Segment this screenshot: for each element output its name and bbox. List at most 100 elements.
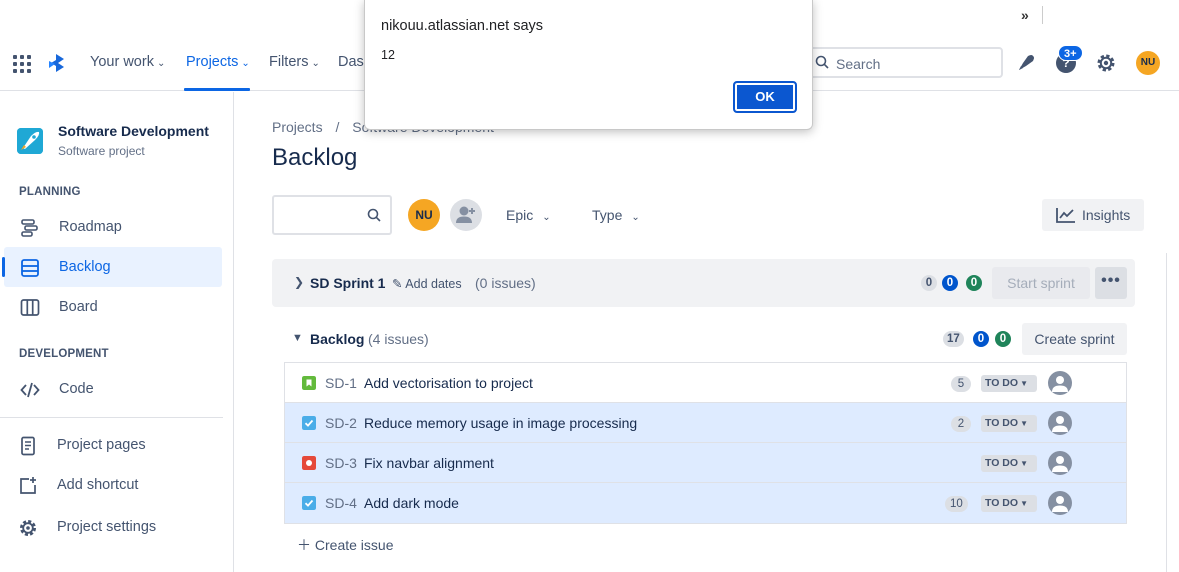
- unassigned-avatar[interactable]: [1048, 451, 1072, 475]
- breadcrumb-separator: /: [335, 119, 340, 135]
- insights-chart-icon: [1056, 208, 1075, 223]
- section-heading-development: DEVELOPMENT: [19, 348, 109, 360]
- sprint-container: ❯ SD Sprint 1 ✎ Add dates (0 issues) 0 0…: [272, 259, 1135, 307]
- search-icon: [367, 208, 381, 222]
- dialog-title: nikouu.atlassian.net says: [381, 18, 544, 34]
- unassigned-avatar[interactable]: [1048, 371, 1072, 395]
- issue-summary[interactable]: Reduce memory usage in image processing: [364, 415, 637, 431]
- assignee-filter-avatar[interactable]: NU: [408, 199, 440, 231]
- notifications-rocket-icon[interactable]: [1016, 53, 1036, 73]
- backlog-issue-list: SD-1 Add vectorisation to project 5 TO D…: [284, 362, 1127, 524]
- unassigned-avatar[interactable]: [1048, 411, 1072, 435]
- nav-active-indicator: [184, 88, 250, 91]
- add-user-icon: [456, 206, 475, 223]
- sidebar-item-board[interactable]: Board: [4, 287, 222, 327]
- chevron-down-icon[interactable]: ▼: [292, 332, 303, 344]
- nav-your-work[interactable]: Your work ⌄: [90, 54, 165, 70]
- alert-dialog: nikouu.atlassian.net says 12 OK: [364, 0, 813, 130]
- board-icon: [20, 299, 40, 316]
- project-name[interactable]: Software Development: [58, 123, 209, 139]
- nav-projects[interactable]: Projects ⌄: [186, 54, 250, 70]
- status-dropdown[interactable]: TO DO ▼: [981, 415, 1037, 432]
- sidebar-item-roadmap[interactable]: Roadmap: [4, 207, 222, 247]
- user-avatar[interactable]: NU: [1136, 51, 1160, 75]
- in-progress-count-badge: 0: [973, 331, 989, 347]
- task-icon: [302, 496, 316, 510]
- search-icon: [815, 55, 829, 69]
- story-points-badge[interactable]: 10: [945, 496, 968, 512]
- todo-count-badge: 17: [943, 331, 964, 347]
- issue-summary[interactable]: Add vectorisation to project: [364, 375, 533, 391]
- chevron-down-icon: ▼: [1020, 419, 1028, 428]
- issue-key[interactable]: SD-1: [325, 375, 357, 391]
- page-title: Backlog: [272, 144, 358, 171]
- backlog-name: Backlog: [310, 331, 365, 347]
- code-icon: [20, 382, 40, 398]
- start-sprint-button[interactable]: Start sprint: [992, 267, 1090, 299]
- sidebar-item-add-shortcut[interactable]: Add shortcut: [4, 465, 222, 505]
- add-people-button[interactable]: [450, 199, 482, 231]
- backlog-header: ▼ Backlog (4 issues) 17 0 0 Create sprin…: [284, 323, 1127, 355]
- sidebar-item-backlog[interactable]: Backlog: [2, 247, 222, 287]
- breadcrumb-projects[interactable]: Projects: [272, 119, 323, 135]
- type-filter-dropdown[interactable]: Type ⌄: [592, 207, 640, 223]
- create-sprint-button[interactable]: Create sprint: [1022, 323, 1127, 355]
- sidebar-item-project-pages[interactable]: Project pages: [4, 425, 222, 465]
- pencil-icon: ✎: [392, 277, 403, 291]
- story-icon: [302, 376, 316, 390]
- section-heading-planning: PLANNING: [19, 186, 81, 198]
- roadmap-icon: [21, 219, 38, 237]
- page-icon: [21, 436, 35, 456]
- project-type: Software project: [58, 144, 145, 158]
- backlog-search-input[interactable]: [272, 195, 392, 235]
- more-actions-button[interactable]: •••: [1095, 267, 1127, 299]
- browser-more-button[interactable]: »: [1021, 7, 1029, 23]
- sprint-issue-count: (0 issues): [475, 275, 536, 291]
- scrollbar[interactable]: [1166, 253, 1167, 572]
- status-dropdown[interactable]: TO DO ▼: [981, 455, 1037, 472]
- list-item[interactable]: SD-1 Add vectorisation to project 5 TO D…: [285, 363, 1126, 403]
- settings-gear-icon[interactable]: [1095, 52, 1117, 74]
- sprint-name[interactable]: SD Sprint 1: [310, 275, 385, 291]
- backlog-icon: [21, 259, 39, 277]
- jira-logo-icon[interactable]: [46, 53, 66, 73]
- sidebar-item-code[interactable]: Code: [4, 369, 222, 409]
- status-dropdown[interactable]: TO DO ▼: [981, 495, 1037, 512]
- nav-filters[interactable]: Filters ⌄: [269, 54, 320, 70]
- unassigned-avatar[interactable]: [1048, 491, 1072, 515]
- add-dates-button[interactable]: ✎ Add dates: [392, 276, 462, 291]
- issue-summary[interactable]: Fix navbar alignment: [364, 455, 494, 471]
- issue-summary[interactable]: Add dark mode: [364, 495, 459, 511]
- status-dropdown[interactable]: TO DO ▼: [981, 375, 1037, 392]
- insights-button[interactable]: Insights: [1042, 199, 1144, 231]
- project-sidebar: Software Development Software project PL…: [0, 92, 234, 572]
- list-item[interactable]: SD-4 Add dark mode 10 TO DO ▼: [285, 483, 1126, 523]
- list-item[interactable]: SD-3 Fix navbar alignment TO DO ▼: [285, 443, 1126, 483]
- chevron-down-icon: ⌄: [631, 212, 640, 223]
- add-shortcut-icon: [20, 477, 36, 494]
- story-points-badge[interactable]: 2: [951, 416, 971, 432]
- chevron-down-icon: ⌄: [542, 212, 551, 223]
- app-switcher-icon[interactable]: [13, 55, 31, 73]
- chevron-right-icon[interactable]: ❯: [294, 275, 304, 289]
- task-icon: [302, 416, 316, 430]
- in-progress-count-badge: 0: [942, 275, 958, 291]
- todo-count-badge: 0: [921, 275, 937, 291]
- plus-icon: ＋: [297, 537, 311, 553]
- list-item[interactable]: SD-2 Reduce memory usage in image proces…: [285, 403, 1126, 443]
- search-input[interactable]: Search: [806, 47, 1003, 78]
- epic-filter-dropdown[interactable]: Epic ⌄: [506, 207, 551, 223]
- story-points-badge[interactable]: 5: [951, 376, 971, 392]
- chevron-down-icon: ▼: [1020, 379, 1028, 388]
- ok-button[interactable]: OK: [733, 81, 797, 113]
- issue-key[interactable]: SD-2: [325, 415, 357, 431]
- done-count-badge: 0: [966, 275, 982, 291]
- issue-key[interactable]: SD-3: [325, 455, 357, 471]
- issue-key[interactable]: SD-4: [325, 495, 357, 511]
- create-issue-button[interactable]: ＋ Create issue: [297, 535, 393, 555]
- backlog-issue-count: (4 issues): [368, 331, 429, 347]
- project-avatar-icon: [17, 128, 43, 154]
- bug-icon: [302, 456, 316, 470]
- sidebar-divider: [0, 417, 223, 418]
- sidebar-item-project-settings[interactable]: Project settings: [4, 507, 222, 547]
